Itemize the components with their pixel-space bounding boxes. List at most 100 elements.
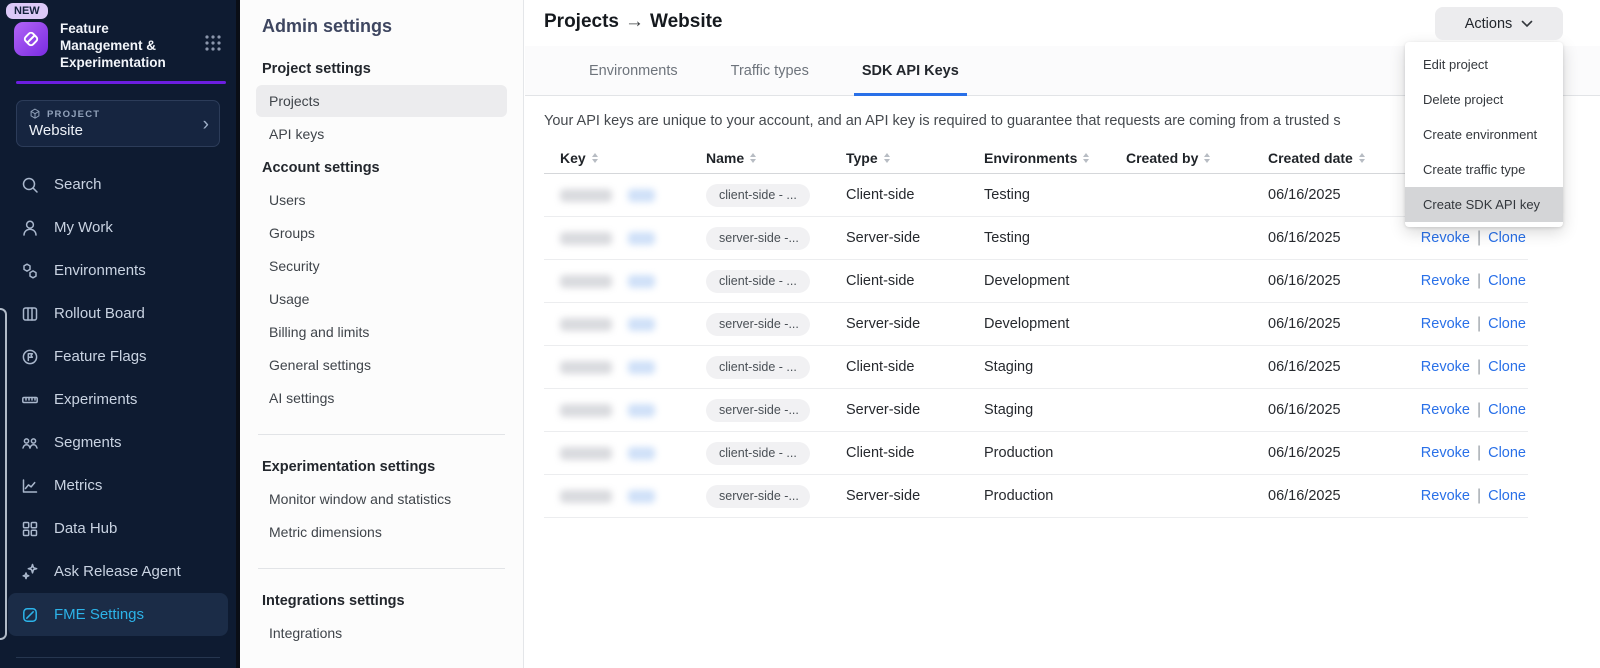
revoke-link[interactable]: Revoke [1421,488,1470,504]
sidebar-item-segments[interactable]: Segments [8,421,228,464]
revoke-link[interactable]: Revoke [1421,402,1470,418]
tab-traffic-types[interactable]: Traffic types [731,46,809,95]
tab-sdk-api-keys[interactable]: SDK API Keys [862,46,959,95]
clone-link[interactable]: Clone [1488,402,1526,418]
revoke-link[interactable]: Revoke [1421,273,1470,289]
type-cell: Server-side [846,230,984,246]
sidebar-item-label: Environments [54,262,146,279]
redacted-copy-badge [628,318,655,331]
redacted-key-text [560,232,612,245]
sort-icon[interactable] [884,153,890,163]
menu-item-delete-project[interactable]: Delete project [1405,82,1563,117]
redacted-copy-badge [628,404,655,417]
redacted-key-text [560,490,612,503]
menu-item-edit-project[interactable]: Edit project [1405,47,1563,82]
admin-item-security[interactable]: Security [256,250,507,282]
section-heading-project-settings: Project settings [256,61,507,77]
admin-item-general-settings[interactable]: General settings [256,349,507,381]
sidebar-item-fme-settings[interactable]: FME Settings [8,593,228,636]
sidebar-item-environments[interactable]: Environments [8,249,228,292]
section-heading-integrations-settings: Integrations settings [256,593,507,609]
revoke-link[interactable]: Revoke [1421,359,1470,375]
project-selector[interactable]: PROJECT Website › [16,100,220,147]
name-pill: client-side - ... [706,442,810,465]
separator: | [1470,444,1488,461]
sidebar-item-label: Feature Flags [54,348,147,365]
app-title: Feature Management & Experimentation [60,20,182,71]
admin-item-usage[interactable]: Usage [256,283,507,315]
admin-settings-panel: Admin settings Project settings Projects… [240,0,524,668]
admin-item-ai-settings[interactable]: AI settings [256,382,507,414]
environment-cell: Production [984,445,1126,461]
clone-link[interactable]: Clone [1488,230,1526,246]
sort-icon[interactable] [1083,153,1089,163]
project-label: PROJECT [47,109,100,120]
created-date-cell: 06/16/2025 [1268,488,1418,504]
clone-link[interactable]: Clone [1488,488,1526,504]
divider [258,434,505,435]
key-cell [560,490,706,503]
menu-item-create-sdk-api-key[interactable]: Create SDK API key [1405,187,1563,222]
redacted-copy-badge [628,447,655,460]
admin-item-integrations[interactable]: Integrations [256,617,507,649]
sidebar-item-data-hub[interactable]: Data Hub [8,507,228,550]
redacted-copy-badge [628,361,655,374]
revoke-link[interactable]: Revoke [1421,445,1470,461]
admin-item-api-keys[interactable]: API keys [256,118,507,150]
clone-link[interactable]: Clone [1488,273,1526,289]
admin-item-metric-dimensions[interactable]: Metric dimensions [256,516,507,548]
admin-item-monitor-window[interactable]: Monitor window and statistics [256,483,507,515]
redacted-key-text [560,318,612,331]
admin-item-billing-and-limits[interactable]: Billing and limits [256,316,507,348]
key-cell [560,361,706,374]
revoke-link[interactable]: Revoke [1421,316,1470,332]
sort-icon[interactable] [592,153,598,163]
environment-cell: Testing [984,230,1126,246]
sidebar-item-feature-flags[interactable]: Feature Flags [8,335,228,378]
sidebar-item-label: Experiments [54,391,137,408]
col-header-type: Type [846,150,984,166]
breadcrumb-parent[interactable]: Projects [544,11,619,32]
menu-item-create-environment[interactable]: Create environment [1405,117,1563,152]
sidebar-item-experiments[interactable]: Experiments [8,378,228,421]
sidebar-item-ask-release-agent[interactable]: Ask Release Agent [8,550,228,593]
admin-item-users[interactable]: Users [256,184,507,216]
redacted-copy-badge [628,490,655,503]
name-pill: client-side - ... [706,356,810,379]
sidebar-item-search[interactable]: Search [8,163,228,206]
key-cell [560,318,706,331]
actions-dropdown-menu: Edit project Delete project Create envir… [1405,42,1563,227]
type-cell: Client-side [846,187,984,203]
name-pill: server-side -... [706,399,810,422]
admin-item-projects[interactable]: Projects [256,85,507,117]
clone-link[interactable]: Clone [1488,316,1526,332]
project-name: Website [29,122,209,139]
menu-item-create-traffic-type[interactable]: Create traffic type [1405,152,1563,187]
sidebar-scroll-indicator[interactable] [0,308,7,640]
created-date-cell: 06/16/2025 [1268,187,1418,203]
apps-grid-icon[interactable] [204,34,222,57]
redacted-copy-badge [628,232,655,245]
sidebar-item-my-work[interactable]: My Work [8,206,228,249]
admin-item-groups[interactable]: Groups [256,217,507,249]
actions-button[interactable]: Actions [1435,7,1563,40]
sidebar-item-metrics[interactable]: Metrics [8,464,228,507]
tab-environments[interactable]: Environments [589,46,678,95]
clone-link[interactable]: Clone [1488,359,1526,375]
name-pill: client-side - ... [706,270,810,293]
sidebar-item-rollout-board[interactable]: Rollout Board [8,292,228,335]
sort-icon[interactable] [750,153,756,163]
redacted-key-text [560,361,612,374]
clone-link[interactable]: Clone [1488,445,1526,461]
redacted-key-text [560,447,612,460]
breadcrumb-arrow-icon: → [619,11,650,32]
sort-icon[interactable] [1204,153,1210,163]
revoke-link[interactable]: Revoke [1421,230,1470,246]
sidebar-item-label: FME Settings [54,606,144,623]
type-cell: Server-side [846,488,984,504]
sidebar-item-label: Metrics [54,477,102,494]
environment-cell: Testing [984,187,1126,203]
section-heading-account-settings: Account settings [256,160,507,176]
sort-icon[interactable] [1359,153,1365,163]
sparkles-icon [20,562,40,582]
